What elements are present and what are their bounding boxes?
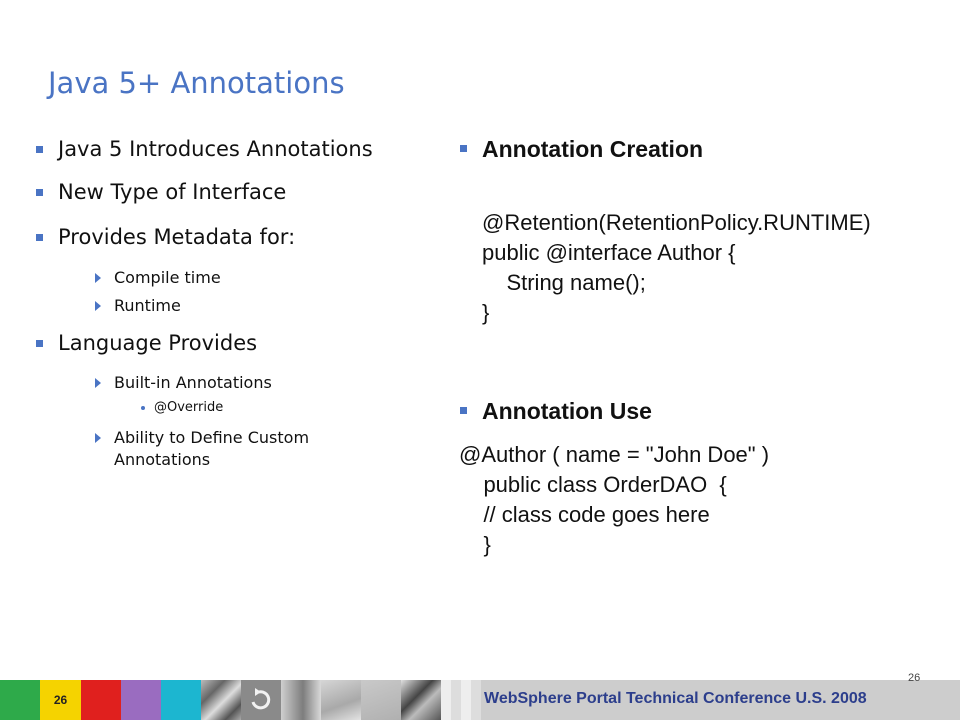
heading-annotation-creation: Annotation Creation	[460, 136, 704, 163]
bullet-language-provides: Language Provides	[36, 331, 258, 355]
sub-bullet-runtime: Runtime	[95, 295, 181, 317]
dot-bullet-icon	[141, 406, 145, 410]
sub-bullet-text: Compile time	[114, 268, 221, 287]
square-bullet-icon	[36, 340, 43, 347]
bullet-text: Java 5 Introduces Annotations	[58, 137, 373, 161]
sub-bullet-custom-annotations: Ability to Define Custom Annotations	[95, 427, 359, 471]
sub-bullet-text: Runtime	[114, 296, 181, 315]
sub-sub-bullet-text: @Override	[154, 400, 224, 415]
bullet-text: New Type of Interface	[58, 180, 287, 204]
triangle-bullet-icon	[95, 378, 101, 388]
bullet-new-type: New Type of Interface	[36, 180, 287, 204]
sub-bullet-text: Ability to Define Custom Annotations	[114, 428, 310, 469]
square-bullet-icon	[36, 146, 43, 153]
sub-bullet-built-in: Built-in Annotations	[95, 372, 272, 394]
footer-band: 26 WebSphere Portal Technical Conference…	[0, 680, 960, 720]
footer-cyan-block	[161, 680, 201, 720]
footer-image-gray-2	[361, 680, 401, 720]
refresh-arrow-icon	[251, 688, 271, 710]
footer-checker-block	[441, 680, 481, 720]
code-annotation-creation: @Retention(RetentionPolicy.RUNTIME) publ…	[482, 210, 871, 325]
slide-number-overlay: 26	[908, 672, 921, 684]
square-bullet-icon	[36, 189, 43, 196]
square-bullet-icon	[460, 145, 467, 152]
sub-bullet-compile-time: Compile time	[95, 267, 221, 289]
heading-text: Annotation Use	[482, 398, 652, 424]
triangle-bullet-icon	[95, 433, 101, 443]
code-annotation-use: @Author ( name = "John Doe" ) public cla…	[459, 442, 770, 557]
footer-image-gears	[401, 680, 441, 720]
footer-image-icon	[241, 680, 281, 720]
square-bullet-icon	[460, 407, 467, 414]
square-bullet-icon	[36, 234, 43, 241]
conference-name: WebSphere Portal Technical Conference U.…	[484, 690, 867, 707]
heading-annotation-use: Annotation Use	[460, 398, 652, 425]
bullet-provides-metadata: Provides Metadata for:	[36, 225, 296, 249]
footer-green-block	[0, 680, 40, 720]
sub-bullet-text: Built-in Annotations	[114, 373, 272, 392]
page-number-box: 26	[40, 680, 81, 720]
footer-red-block	[81, 680, 121, 720]
page-title: Java 5+ Annotations	[48, 66, 345, 100]
footer-image-person	[281, 680, 321, 720]
bullet-text: Provides Metadata for:	[58, 225, 296, 249]
footer-image-gray	[321, 680, 361, 720]
footer-purple-block	[121, 680, 161, 720]
triangle-bullet-icon	[95, 273, 101, 283]
triangle-bullet-icon	[95, 301, 101, 311]
footer-image-wrench	[201, 680, 241, 720]
bullet-java5-introduces: Java 5 Introduces Annotations	[36, 137, 373, 161]
heading-text: Annotation Creation	[482, 136, 704, 162]
bullet-text: Language Provides	[58, 331, 258, 355]
sub-sub-bullet-override: @Override	[141, 400, 224, 415]
